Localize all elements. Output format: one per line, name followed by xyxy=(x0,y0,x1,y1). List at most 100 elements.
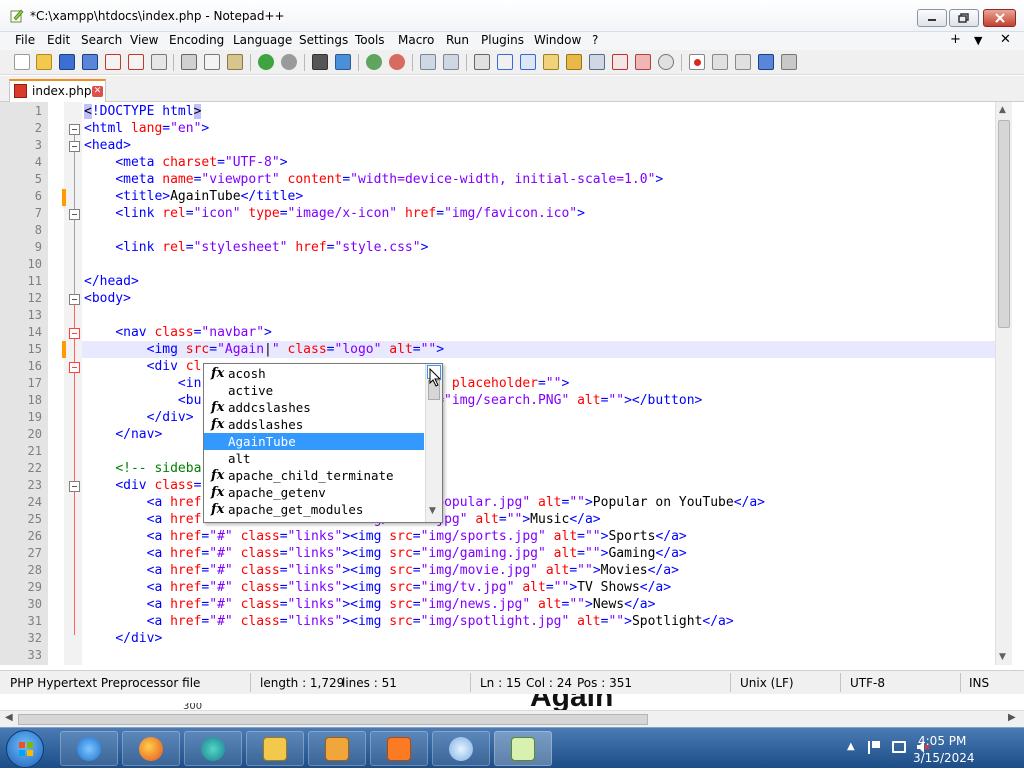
autocomplete-item[interactable]: alt xyxy=(204,450,424,467)
code-line[interactable]: </head> xyxy=(84,273,139,290)
restore-button[interactable] xyxy=(949,9,979,27)
code-line[interactable]: <html lang="en"> xyxy=(84,120,209,137)
taskbar-notepadpp[interactable] xyxy=(494,731,552,766)
tab-list-down-icon[interactable]: ▼ xyxy=(974,34,982,47)
word-wrap-icon[interactable] xyxy=(474,54,490,70)
code-line[interactable]: <meta name="viewport" content="width=dev… xyxy=(84,171,663,188)
taskbar-xampp[interactable] xyxy=(370,731,428,766)
menu-plugins[interactable]: Plugins xyxy=(481,33,524,47)
autocomplete-item[interactable]: fx addcslashes xyxy=(204,399,424,416)
zoom-out-icon[interactable] xyxy=(389,54,405,70)
close-doc-x-icon[interactable]: ✕ xyxy=(1000,32,1011,47)
zoom-in-icon[interactable] xyxy=(366,54,382,70)
autocomplete-scroll-down-icon[interactable]: ▼ xyxy=(429,506,436,516)
copy-icon[interactable] xyxy=(204,54,220,70)
indent-guide-icon[interactable] xyxy=(520,54,536,70)
taskbar-ie[interactable] xyxy=(60,731,118,766)
record-macro-icon[interactable] xyxy=(689,54,705,70)
code-line[interactable]: <a href="#" class="links"><img src="img/… xyxy=(84,579,671,596)
autocomplete-item[interactable]: fx acosh xyxy=(204,365,424,382)
autocomplete-item[interactable]: active xyxy=(204,382,424,399)
taskbar-firefox[interactable] xyxy=(122,731,180,766)
save-macro-icon[interactable] xyxy=(781,54,797,70)
taskbar-browser[interactable] xyxy=(184,731,242,766)
save-icon[interactable] xyxy=(59,54,75,70)
start-button[interactable] xyxy=(6,730,44,768)
horizontal-scroll-thumb[interactable] xyxy=(18,714,648,725)
fold-toggle-html[interactable] xyxy=(69,124,80,135)
menu-file[interactable]: File xyxy=(15,33,35,47)
autocomplete-popup[interactable]: fx acosh active fx addcslashes fx addslashes Ag… xyxy=(203,363,443,523)
undo-icon[interactable] xyxy=(258,54,274,70)
fold-toggle-head[interactable] xyxy=(69,141,80,152)
run-macro-multiple-icon[interactable] xyxy=(758,54,774,70)
scroll-left-icon[interactable]: ◀ xyxy=(5,712,13,723)
close-all-icon[interactable] xyxy=(128,54,144,70)
code-line[interactable]: <title>AgainTube</title> xyxy=(84,188,303,205)
new-tab-plus-icon[interactable]: + xyxy=(950,32,961,47)
fold-toggle-div[interactable] xyxy=(69,362,80,373)
sync-vertical-icon[interactable] xyxy=(420,54,436,70)
code-line[interactable]: <a href="#" class="links"><img src="img/… xyxy=(84,562,679,579)
taskbar-explorer[interactable] xyxy=(246,731,304,766)
code-line[interactable]: <a href="#" class="links"><img src="img/… xyxy=(84,545,687,562)
find-icon[interactable] xyxy=(312,54,328,70)
show-hidden-icons-icon[interactable]: ▲ xyxy=(847,741,855,752)
paste-icon[interactable] xyxy=(227,54,243,70)
code-line[interactable]: <img src="Again|" class="logo" alt=""> xyxy=(84,341,444,358)
code-line[interactable]: <!DOCTYPE html> xyxy=(84,103,202,120)
fold-toggle-nav[interactable] xyxy=(69,328,80,339)
show-all-chars-icon[interactable] xyxy=(497,54,513,70)
clock-date[interactable]: 3/15/2024 xyxy=(913,751,975,765)
menu-encoding[interactable]: Encoding xyxy=(169,33,224,47)
code-line[interactable]: <head> xyxy=(84,137,131,154)
monitoring-icon[interactable] xyxy=(635,54,651,70)
view-icon[interactable] xyxy=(658,54,674,70)
fold-toggle-body[interactable] xyxy=(69,294,80,305)
menu-settings[interactable]: Settings xyxy=(299,33,348,47)
print-icon[interactable] xyxy=(151,54,167,70)
code-line[interactable]: <!-- sideba xyxy=(84,460,201,477)
stop-macro-icon[interactable] xyxy=(712,54,728,70)
doc-map-icon[interactable] xyxy=(566,54,582,70)
close-file-icon[interactable] xyxy=(105,54,121,70)
code-line[interactable]: <nav class="navbar"> xyxy=(84,324,272,341)
save-all-icon[interactable] xyxy=(82,54,98,70)
replace-icon[interactable] xyxy=(335,54,351,70)
action-center-flag-icon[interactable] xyxy=(868,741,880,754)
fold-toggle-sidebar[interactable] xyxy=(69,481,80,492)
code-line[interactable]: <a href="#" class="links"><img src="img/… xyxy=(84,596,656,613)
code-line[interactable]: </div> xyxy=(84,409,194,426)
menu-window[interactable]: Window xyxy=(534,33,581,47)
title-bar[interactable]: *C:\xampp\htdocs\index.php - Notepad++ xyxy=(0,0,1024,32)
function-list-icon[interactable] xyxy=(589,54,605,70)
folder-workspace-icon[interactable] xyxy=(612,54,628,70)
scroll-right-icon[interactable]: ▶ xyxy=(1008,712,1016,723)
new-file-icon[interactable] xyxy=(14,54,30,70)
code-editor[interactable]: 1 <!DOCTYPE html> 2 <html lang="en"> 3 <head>… xyxy=(0,102,1012,665)
play-macro-icon[interactable] xyxy=(735,54,751,70)
taskbar-media[interactable] xyxy=(308,731,366,766)
clock-time[interactable]: 4:05 PM xyxy=(918,734,966,748)
cut-icon[interactable] xyxy=(181,54,197,70)
code-line[interactable]: </div> xyxy=(84,630,162,647)
menu-help[interactable]: ? xyxy=(592,33,598,47)
code-line[interactable]: <meta charset="UTF-8"> xyxy=(84,154,287,171)
code-line[interactable]: <a href="#" class="links"><img src="img/… xyxy=(84,613,734,630)
menu-edit[interactable]: Edit xyxy=(47,33,70,47)
menu-macro[interactable]: Macro xyxy=(398,33,434,47)
minimize-button[interactable] xyxy=(917,9,947,27)
menu-run[interactable]: Run xyxy=(446,33,469,47)
code-line[interactable]: <link rel="icon" type="image/x-icon" hre… xyxy=(84,205,585,222)
autocomplete-item[interactable]: fx apache_child_terminate xyxy=(204,467,424,484)
vertical-scrollbar[interactable]: ▲ ▼ xyxy=(995,102,1012,665)
horizontal-scrollbar[interactable]: ◀ ▶ xyxy=(0,710,1024,727)
open-file-icon[interactable] xyxy=(36,54,52,70)
scroll-down-icon[interactable]: ▼ xyxy=(999,652,1006,662)
fold-toggle-link[interactable] xyxy=(69,209,80,220)
vertical-scroll-thumb[interactable] xyxy=(998,120,1010,328)
code-line[interactable]: <div class= xyxy=(84,477,201,494)
close-button[interactable] xyxy=(983,9,1016,27)
code-line[interactable]: <body> xyxy=(84,290,131,307)
taskbar-paint[interactable] xyxy=(432,731,490,766)
